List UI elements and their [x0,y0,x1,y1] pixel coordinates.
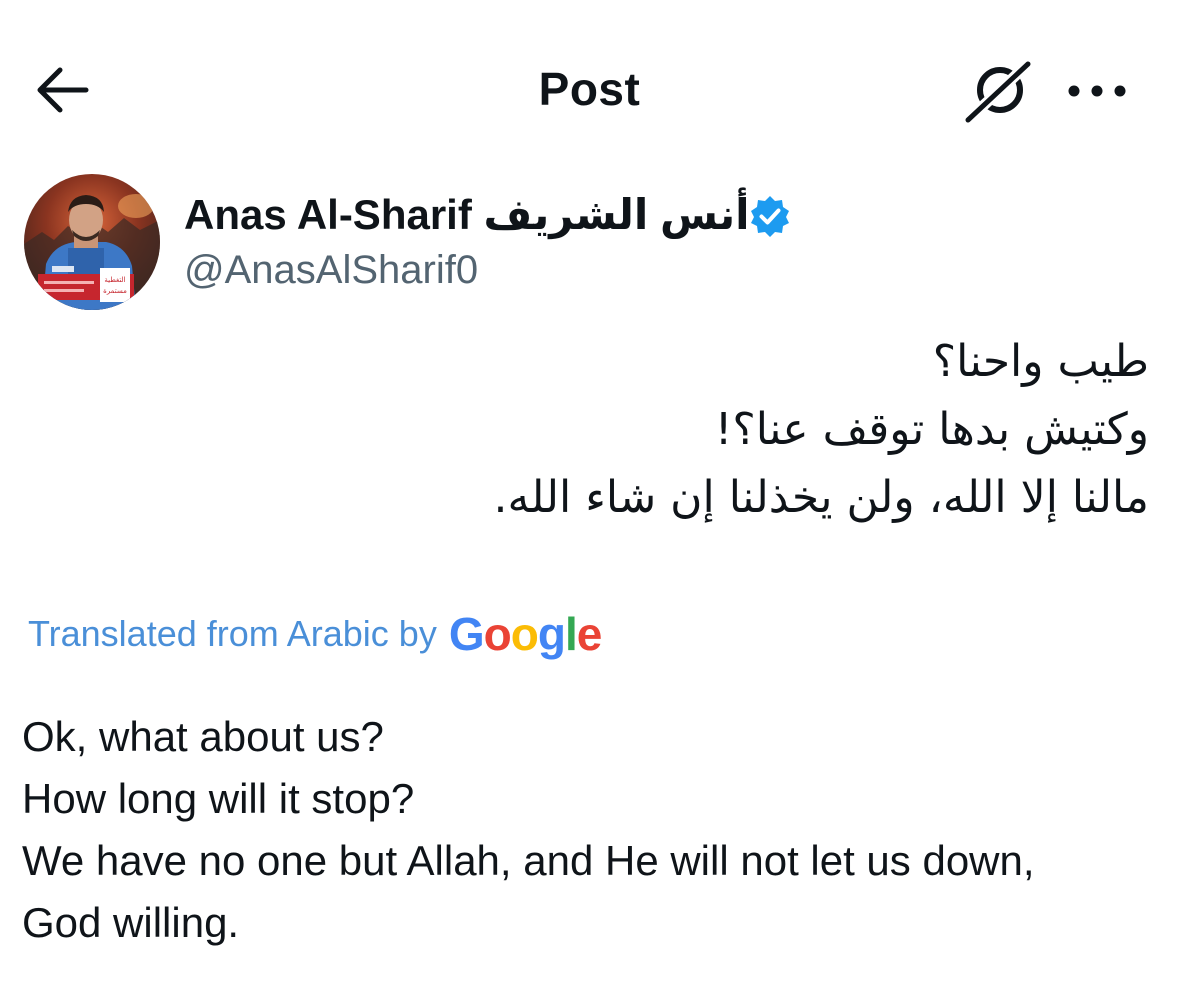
verified-badge-icon [748,194,792,238]
profile-photo: التغطية مستمرة [24,174,160,310]
translated-line: Ok, what about us? [22,713,384,760]
google-logo-letter: G [448,608,485,660]
avatar[interactable]: التغطية مستمرة [24,174,160,310]
more-button[interactable] [1062,74,1132,108]
google-logo-letter: o [510,608,539,660]
google-logo-letter: e [576,608,603,660]
original-line: طيب واحنا؟ [932,336,1149,387]
google-logo-letter: l [564,608,578,660]
translated-line: We have no one but Allah, and He will no… [22,837,1035,884]
post-translated-text: Ok, what about us? How long will it stop… [22,706,1035,954]
svg-text:التغطية: التغطية [104,276,125,284]
original-line: وكتيش بدها توقف عنا؟! [714,404,1149,455]
grok-icon [962,56,1036,126]
grok-button[interactable] [962,56,1036,126]
translated-from-label: Translated from Arabic by [28,613,437,654]
google-logo-letter: o [483,608,512,660]
google-logo: Google [448,607,603,661]
translated-line: How long will it stop? [22,775,415,822]
top-bar: Post [0,0,1179,180]
svg-text:مستمرة: مستمرة [103,287,127,295]
google-logo-letter: g [537,608,566,660]
author-name[interactable]: Anas Al-Sharif أنس الشريف [184,190,750,239]
post-original-text: طيب واحنا؟ وكتيش بدها توقف عنا؟! مالنا إ… [49,328,1149,532]
author-handle[interactable]: @AnasAlSharif0 [184,248,478,293]
more-horizontal-icon [1068,85,1126,97]
original-line: مالنا إلا الله، ولن يخذلنا إن شاء الله. [493,472,1149,523]
translated-line: God willing. [22,899,240,946]
translation-attribution[interactable]: Translated from Arabic by Google [28,606,603,662]
